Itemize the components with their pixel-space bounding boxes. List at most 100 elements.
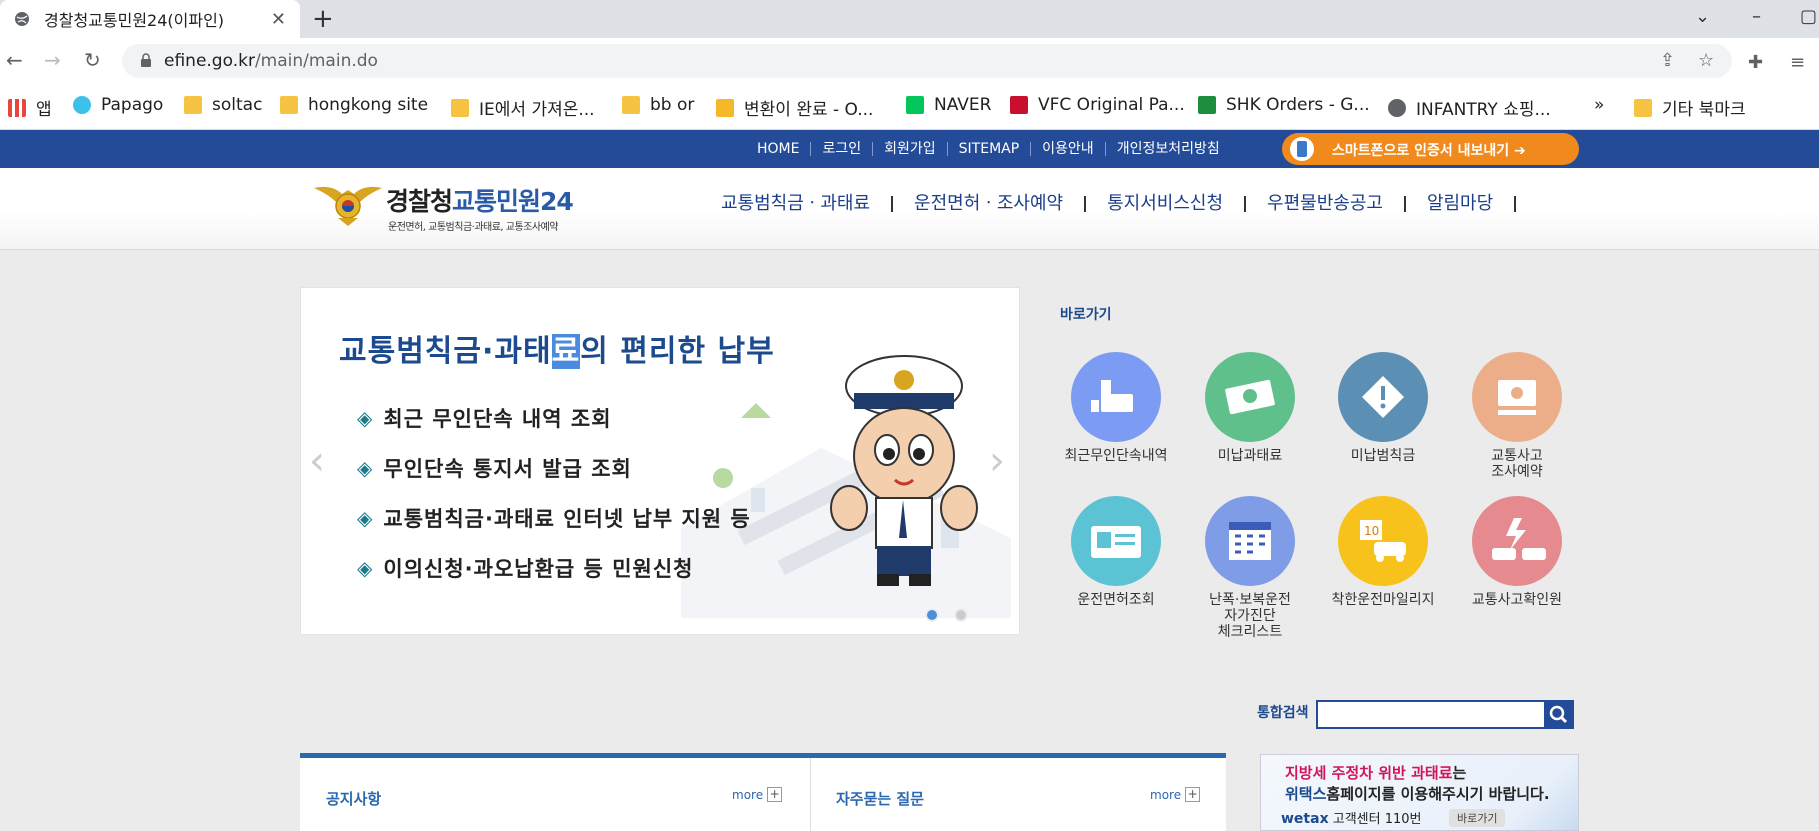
- close-tab-icon[interactable]: ✕: [271, 9, 286, 30]
- brand-subtitle: 운전면허, 교통범칙금·과태료, 교통조사예약: [388, 222, 559, 233]
- diamond-bullet-icon: ◈: [357, 556, 374, 580]
- util-link-guide[interactable]: 이용안내: [1031, 142, 1106, 156]
- bookmark-other[interactable]: 기타 북마크: [1634, 95, 1746, 120]
- quick-good-driving-mileage[interactable]: 10 착한운전마일리지: [1318, 496, 1448, 608]
- quick-label: 미납범칙금: [1318, 448, 1448, 464]
- bookmark-papago[interactable]: Papago: [73, 95, 163, 115]
- svg-text:10: 10: [1364, 524, 1379, 538]
- util-link-signup[interactable]: 회원가입: [873, 142, 948, 156]
- wetax-banner[interactable]: 지방세 주정차 위반 과태료는 위택스홈페이지를 이용해주시기 바랍니다. we…: [1260, 754, 1579, 831]
- quick-label: 최근무인단속내역: [1051, 448, 1181, 464]
- export-certificate-button[interactable]: 스마트폰으로 인증서 내보내기 ➔: [1282, 133, 1579, 165]
- folder-icon: [184, 96, 202, 114]
- bookmark-shk-orders[interactable]: SHK Orders - G...: [1198, 95, 1370, 115]
- slider-next-arrow-icon[interactable]: ›: [989, 438, 1005, 484]
- banner-go-button[interactable]: 바로가기: [1449, 809, 1506, 827]
- license-card-icon: [1071, 496, 1161, 586]
- url-omnibox[interactable]: efine.go.kr/main/main.do ⇪ ☆: [122, 44, 1732, 78]
- search-button[interactable]: [1544, 700, 1574, 729]
- tab-search-icon[interactable]: ⌄: [1695, 6, 1710, 27]
- faq-more-button[interactable]: more +: [1150, 787, 1201, 802]
- computer-icon: [1472, 352, 1562, 442]
- banner-highlight: 위택스: [1285, 785, 1327, 803]
- slider-feature-list: ◈ 최근 무인단속 내역 조회 ◈ 무인단속 통지서 발급 조회 ◈ 교통범칙금·과태…: [357, 393, 751, 593]
- reload-icon[interactable]: ↻: [84, 48, 101, 72]
- quick-label-line: 자가진단: [1224, 608, 1276, 624]
- bookmark-ie-imported[interactable]: IE에서 가져온...: [451, 95, 595, 120]
- browser-tab[interactable]: 경찰청교통민원24(이파인) ✕: [0, 0, 300, 38]
- util-link-sitemap[interactable]: SITEMAP: [948, 142, 1032, 156]
- naver-icon: [906, 96, 924, 114]
- site-logo[interactable]: 경찰청교통민원24 운전면허, 교통범칙금·과태료, 교통조사예약: [312, 180, 612, 233]
- quick-label-line: 난폭·보복운전: [1209, 592, 1291, 608]
- bookmark-soltac[interactable]: soltac: [184, 95, 262, 115]
- plus-icon: +: [767, 787, 783, 802]
- bookmark-label: hongkong site: [308, 95, 429, 115]
- util-link-home[interactable]: HOME: [746, 142, 812, 156]
- bookmark-conversion[interactable]: 변환이 완료 - O...: [716, 95, 873, 120]
- bookmarks-overflow-button[interactable]: »: [1594, 95, 1604, 115]
- nav-returned-mail[interactable]: 우편물반송공고: [1246, 195, 1406, 213]
- slider-title-b: 의 편리한 납부: [580, 334, 775, 369]
- util-link-login[interactable]: 로그인: [811, 142, 874, 156]
- bookmark-label: Papago: [101, 95, 164, 115]
- notice-more-button[interactable]: more +: [732, 787, 783, 802]
- nav-license-reservation[interactable]: 운전면허ㆍ조사예약: [893, 195, 1087, 213]
- forward-arrow-icon[interactable]: →: [44, 48, 61, 72]
- slider-feature-item[interactable]: ◈ 무인단속 통지서 발급 조회: [357, 443, 751, 493]
- notice-board-title[interactable]: 공지사항: [326, 788, 381, 809]
- folder-icon: [451, 98, 469, 117]
- slider-title-a: 교통범칙금·과태: [339, 334, 552, 369]
- slider-feature-item[interactable]: ◈ 이의신청·과오납환급 등 민원신청: [357, 543, 751, 593]
- bookmark-label: 앱: [36, 100, 52, 120]
- utility-links: HOME 로그인 회원가입 SITEMAP 이용안내 개인정보처리방침: [746, 130, 1231, 168]
- minimize-icon[interactable]: –: [1752, 6, 1761, 27]
- extensions-puzzle-icon[interactable]: ✚: [1748, 52, 1763, 73]
- quick-label-line: 착한운전마일리지: [1331, 592, 1435, 608]
- quick-label: 난폭·보복운전 자가진단 체크리스트: [1185, 592, 1315, 640]
- quick-road-rage-checklist[interactable]: 난폭·보복운전 자가진단 체크리스트: [1185, 496, 1315, 640]
- slider-dot-1[interactable]: [925, 608, 939, 622]
- nav-fines[interactable]: 교통범칙금ㆍ과태료: [700, 195, 894, 213]
- nav-notification-service[interactable]: 통지서비스신청: [1086, 195, 1247, 213]
- faq-board-title[interactable]: 자주묻는 질문: [836, 788, 924, 809]
- search-icon: [1549, 705, 1568, 724]
- integrated-search-input[interactable]: [1316, 700, 1546, 729]
- banner-line-2: 위택스홈페이지를 이용해주시기 바랍니다.: [1285, 783, 1550, 804]
- quick-accident-reservation[interactable]: 교통사고 조사예약: [1452, 352, 1582, 480]
- share-icon[interactable]: ⇪: [1660, 50, 1675, 71]
- faq-board: 자주묻는 질문 more +: [810, 758, 1226, 831]
- quick-accident-certificate[interactable]: 교통사고확인원: [1452, 496, 1582, 608]
- integrated-search-label: 통합검색: [1257, 705, 1309, 721]
- reading-list-icon[interactable]: ≡: [1790, 52, 1805, 73]
- bookmark-label: INFANTRY 쇼핑...: [1416, 100, 1551, 120]
- back-arrow-icon[interactable]: ←: [6, 48, 23, 72]
- bookmark-bb-or[interactable]: bb or: [622, 95, 694, 115]
- nav-notices[interactable]: 알림마당: [1406, 195, 1517, 213]
- quick-unpaid-penalty[interactable]: 미납범칙금: [1318, 352, 1448, 464]
- slider-feature-text: 교통범칙금·과태료 인터넷 납부 지원 등: [383, 507, 751, 531]
- banner-line-1: 지방세 주정차 위반 과태료는: [1285, 762, 1466, 783]
- maximize-icon[interactable]: ▢: [1800, 6, 1817, 27]
- bookmark-hongkong-site[interactable]: hongkong site: [280, 95, 428, 115]
- slider-feature-text: 이의신청·과오납환급 등 민원신청: [383, 557, 694, 581]
- slider-dot-2[interactable]: [954, 608, 968, 622]
- brand-name: 경찰청교통민원24: [386, 182, 574, 218]
- bookmark-infantry[interactable]: INFANTRY 쇼핑...: [1388, 95, 1551, 120]
- util-link-privacy[interactable]: 개인정보처리방침: [1106, 142, 1231, 156]
- bookmark-naver[interactable]: NAVER: [906, 95, 991, 115]
- slider-prev-arrow-icon[interactable]: ‹: [309, 438, 325, 484]
- quick-label-line: 체크리스트: [1217, 624, 1283, 640]
- quick-unpaid-fine[interactable]: 미납과태료: [1185, 352, 1315, 464]
- quick-label-line: 최근무인단속내역: [1064, 448, 1168, 464]
- bookmark-apps[interactable]: 앱: [8, 95, 52, 120]
- bookmark-vfc[interactable]: VFC Original Pa...: [1010, 95, 1185, 115]
- bookmark-label: 기타 북마크: [1662, 100, 1746, 120]
- slider-feature-item[interactable]: ◈ 교통범칙금·과태료 인터넷 납부 지원 등: [357, 493, 751, 543]
- new-tab-button[interactable]: +: [312, 4, 334, 34]
- quick-license-lookup[interactable]: 운전면허조회: [1051, 496, 1181, 608]
- quick-recent-enforcement[interactable]: 최근무인단속내역: [1051, 352, 1181, 464]
- slider-feature-item[interactable]: ◈ 최근 무인단속 내역 조회: [357, 393, 751, 443]
- bookmark-star-icon[interactable]: ☆: [1698, 50, 1714, 71]
- plus-icon: +: [1185, 787, 1201, 802]
